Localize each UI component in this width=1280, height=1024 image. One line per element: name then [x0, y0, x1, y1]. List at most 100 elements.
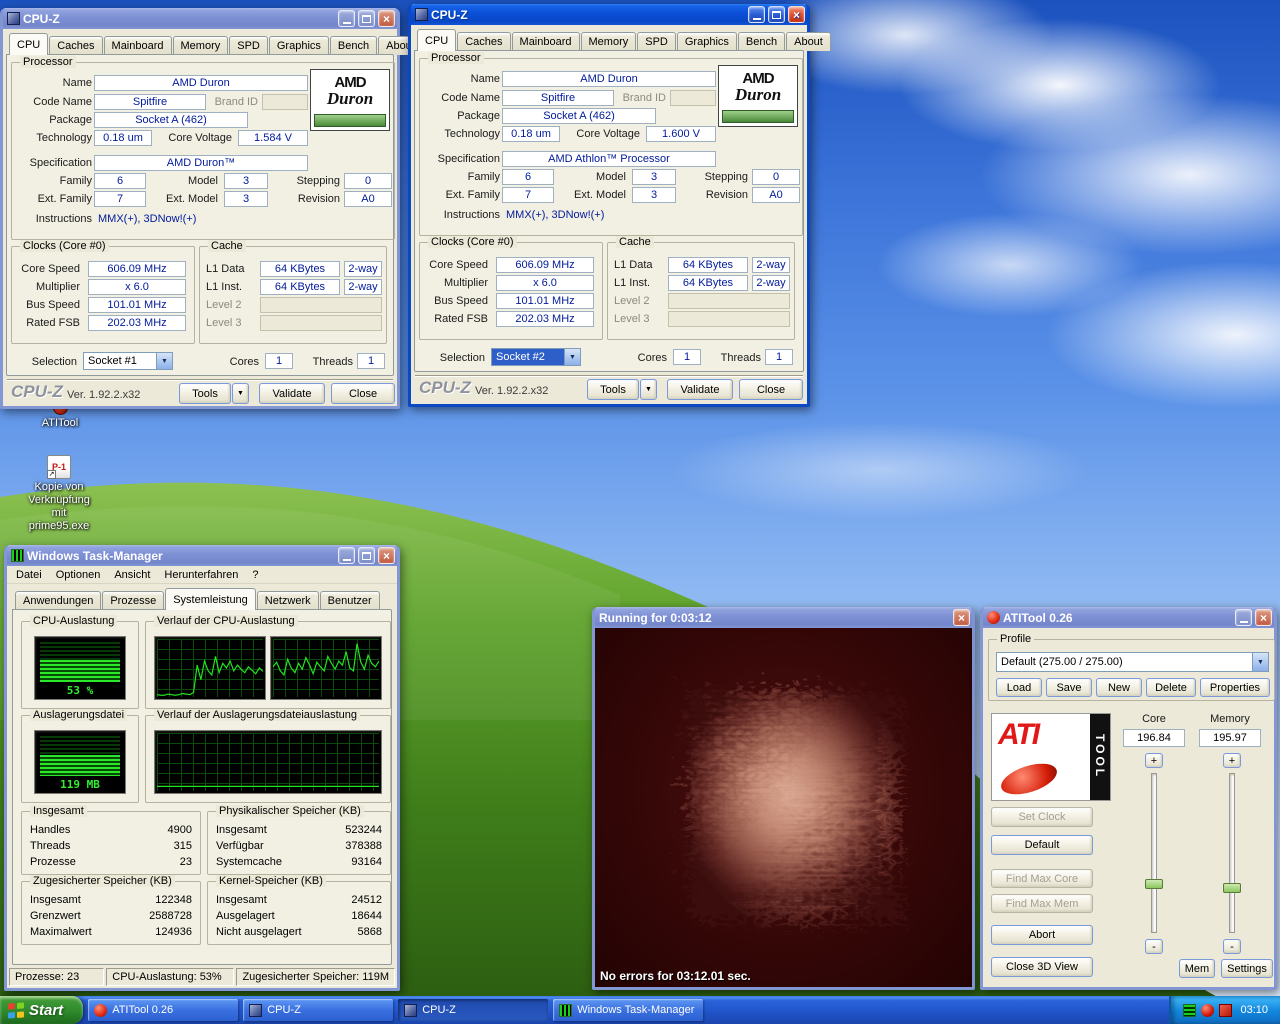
taskbar: Start ATITool 0.26 CPU-Z CPU-Z Windows T… — [0, 996, 1280, 1024]
validate-button[interactable]: Validate — [259, 383, 325, 404]
close-button[interactable]: × — [378, 10, 395, 27]
red-tray-icon[interactable] — [1219, 1003, 1233, 1017]
start-button[interactable]: Start — [0, 996, 84, 1024]
core-plus-button[interactable]: + — [1145, 753, 1163, 768]
chevron-down-icon[interactable]: ▼ — [1252, 653, 1268, 671]
settings-button[interactable]: Settings — [1221, 959, 1273, 978]
titlebar[interactable]: CPU-Z × — [411, 4, 807, 25]
menu-datei[interactable]: Datei — [9, 567, 49, 583]
memory-plus-button[interactable]: + — [1223, 753, 1241, 768]
find-max-mem-button[interactable]: Find Max Mem — [991, 894, 1093, 913]
separator — [7, 379, 393, 381]
save-button[interactable]: Save — [1046, 678, 1092, 697]
taskbar-item-atitool[interactable]: ATITool 0.26 — [88, 999, 239, 1021]
menu-herunterfahren[interactable]: Herunterfahren — [157, 567, 245, 583]
tools-dropdown-button[interactable]: ▼ — [640, 379, 657, 400]
close-button[interactable]: × — [1255, 609, 1272, 626]
titlebar[interactable]: Running for 0:03:12 × — [595, 607, 972, 628]
tab-benutzer[interactable]: Benutzer — [319, 591, 380, 610]
memory-slider-track[interactable] — [1229, 773, 1235, 933]
close-button[interactable]: × — [378, 547, 395, 564]
tab-prozesse[interactable]: Prozesse — [102, 591, 165, 610]
maximize-button[interactable] — [768, 6, 785, 23]
titlebar[interactable]: CPU-Z × — [3, 8, 397, 29]
core-minus-button[interactable]: - — [1145, 939, 1163, 954]
codename-value: Spitfire — [94, 94, 206, 110]
tab-anwendungen[interactable]: Anwendungen — [15, 591, 102, 610]
cpu-usage-tray-icon[interactable] — [1183, 1003, 1197, 1017]
tab-bench[interactable]: Bench — [329, 36, 378, 55]
close-3d-view-button[interactable]: Close 3D View — [991, 957, 1093, 977]
default-button[interactable]: Default — [991, 835, 1093, 855]
tab-memory[interactable]: Memory — [580, 32, 637, 51]
minimize-button[interactable] — [748, 6, 765, 23]
minimize-button[interactable] — [338, 547, 355, 564]
find-max-core-button[interactable]: Find Max Core — [991, 869, 1093, 888]
socket-selection-value: Socket #2 — [492, 349, 564, 365]
close-button[interactable]: × — [788, 6, 805, 23]
tab-caches[interactable]: Caches — [457, 32, 511, 51]
atitool-tray-icon[interactable] — [1201, 1003, 1215, 1017]
window-title: Windows Task-Manager — [27, 548, 163, 563]
close-window-button[interactable]: Close — [331, 383, 395, 404]
validate-button[interactable]: Validate — [667, 379, 733, 400]
maximize-button[interactable] — [358, 10, 375, 27]
memory-slider-thumb[interactable] — [1223, 883, 1241, 893]
start-button-label: Start — [29, 1001, 64, 1019]
extmodel-value: 3 — [224, 191, 268, 207]
tools-button[interactable]: Tools — [179, 383, 231, 404]
desktop-icon-label: ATITool — [41, 417, 79, 429]
tab-cpu[interactable]: CPU — [9, 33, 49, 55]
tools-button[interactable]: Tools — [587, 379, 639, 400]
properties-button[interactable]: Properties — [1200, 678, 1270, 697]
titlebar[interactable]: ATITool 0.26 × — [983, 607, 1274, 628]
close-button[interactable]: × — [953, 609, 970, 626]
set-clock-button[interactable]: Set Clock — [991, 807, 1093, 827]
socket-selection-combo[interactable]: Socket #1 ▼ — [83, 352, 173, 370]
tab-systemleistung[interactable]: Systemleistung — [165, 588, 256, 610]
group-title: Cache — [208, 240, 246, 252]
tab-netzwerk[interactable]: Netzwerk — [256, 591, 319, 610]
tab-spd[interactable]: SPD — [637, 32, 676, 51]
core-slider-thumb[interactable] — [1145, 879, 1163, 889]
tab-cpu[interactable]: CPU — [417, 29, 457, 51]
abort-button[interactable]: Abort — [991, 925, 1093, 945]
tab-graphics[interactable]: Graphics — [676, 32, 737, 51]
tab-memory[interactable]: Memory — [172, 36, 229, 55]
close-window-button[interactable]: Close — [739, 379, 803, 400]
tab-about[interactable]: About — [786, 32, 831, 51]
menu-ansicht[interactable]: Ansicht — [107, 567, 157, 583]
logo-duron-text: Duron — [326, 89, 374, 108]
minimize-button[interactable] — [338, 10, 355, 27]
tab-mainboard[interactable]: Mainboard — [103, 36, 172, 55]
stat-label: Prozesse — [30, 855, 76, 868]
maximize-button[interactable] — [358, 547, 375, 564]
memory-minus-button[interactable]: - — [1223, 939, 1241, 954]
tab-graphics[interactable]: Graphics — [268, 36, 329, 55]
chevron-down-icon[interactable]: ▼ — [156, 353, 172, 369]
tools-dropdown-button[interactable]: ▼ — [232, 383, 249, 404]
group-title: Processor — [428, 52, 484, 64]
desktop-icon-prime95-shortcut[interactable]: P-1 ↗ Kopie von Verknüpfung mit prime95.… — [20, 455, 98, 533]
mem-button[interactable]: Mem — [1179, 959, 1215, 978]
new-button[interactable]: New — [1096, 678, 1142, 697]
titlebar[interactable]: Windows Task-Manager × — [7, 545, 397, 566]
taskbar-item-taskmanager[interactable]: Windows Task-Manager — [553, 999, 704, 1021]
menu-optionen[interactable]: Optionen — [49, 567, 108, 583]
taskbar-item-cpuz-1[interactable]: CPU-Z — [243, 999, 394, 1021]
menu-help[interactable]: ? — [245, 567, 265, 583]
tab-spd[interactable]: SPD — [229, 36, 268, 55]
chevron-down-icon[interactable]: ▼ — [564, 349, 580, 365]
logo-chip-art — [722, 110, 794, 123]
delete-button[interactable]: Delete — [1146, 678, 1196, 697]
taskbar-item-cpuz-2[interactable]: CPU-Z — [398, 999, 549, 1021]
multiplier-label: Multiplier — [443, 277, 488, 289]
tab-mainboard[interactable]: Mainboard — [511, 32, 580, 51]
load-button[interactable]: Load — [996, 678, 1042, 697]
tab-bench[interactable]: Bench — [737, 32, 786, 51]
profile-combo[interactable]: Default (275.00 / 275.00) ▼ — [996, 652, 1269, 672]
minimize-button[interactable] — [1235, 609, 1252, 626]
socket-selection-combo[interactable]: Socket #2 ▼ — [491, 348, 581, 366]
core-slider-track[interactable] — [1151, 773, 1157, 933]
tab-caches[interactable]: Caches — [49, 36, 103, 55]
